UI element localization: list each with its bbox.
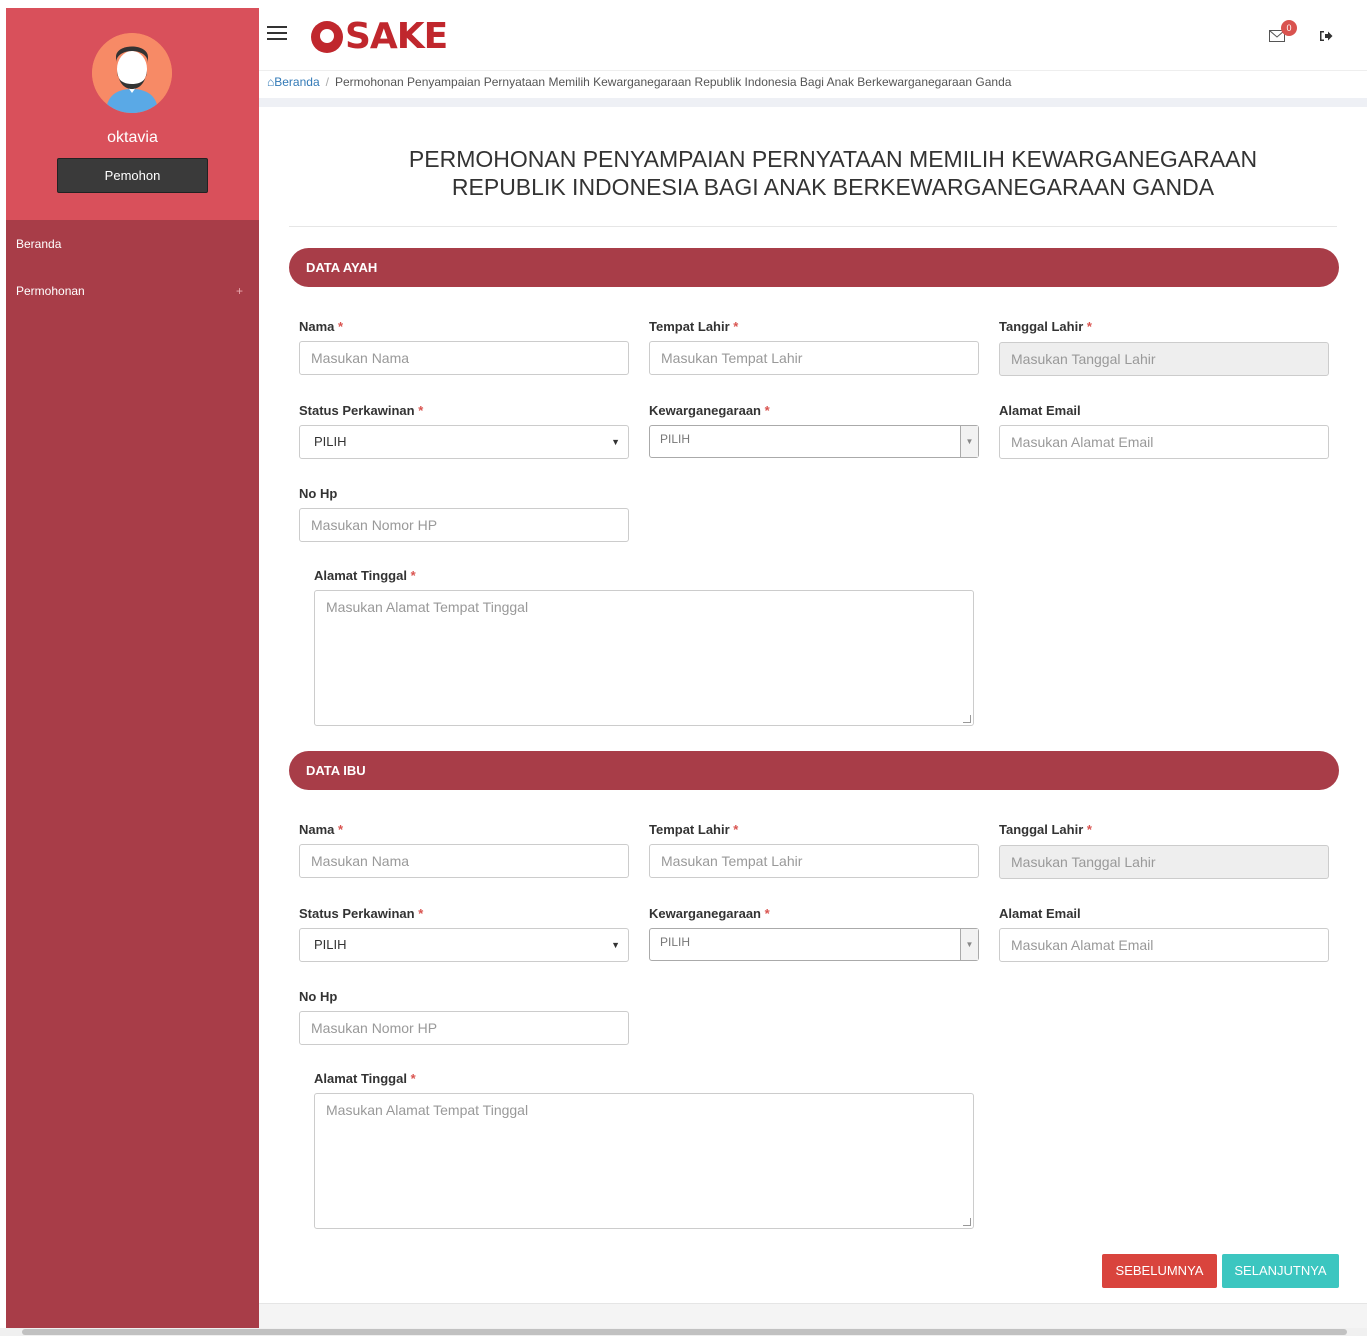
status-perkawinan-select[interactable]: PILIH ▼ <box>299 928 629 962</box>
notification-badge: 0 <box>1281 20 1297 36</box>
user-avatar-icon <box>92 33 172 113</box>
app-logo: SAKE <box>311 16 448 57</box>
label-tanggal-lahir: Tanggal Lahir * <box>999 822 1092 837</box>
label-alamat-email: Alamat Email <box>999 906 1081 921</box>
select-arrow-icon: ▼ <box>960 426 978 457</box>
resize-grip-icon[interactable] <box>963 1218 971 1226</box>
kewarganegaraan-value: PILIH <box>660 935 691 949</box>
content-divider <box>259 98 1367 107</box>
section-header-ibu: DATA IBU <box>289 751 1339 790</box>
label-no-hp: No Hp <box>299 989 338 1004</box>
label-tanggal-lahir: Tanggal Lahir * <box>999 319 1092 334</box>
label-no-hp: No Hp <box>299 486 338 501</box>
label-tempat-lahir: Tempat Lahir * <box>649 319 739 334</box>
role-button[interactable]: Pemohon <box>57 158 208 193</box>
label-nama: Nama * <box>299 822 344 837</box>
alamat-tinggal-placeholder: Masukan Alamat Tempat Tinggal <box>326 599 529 615</box>
breadcrumb-home[interactable]: ⌂Beranda <box>267 75 320 89</box>
previous-button[interactable]: SEBELUMNYA <box>1102 1254 1217 1288</box>
page-title: PERMOHONAN PENYAMPAIAN PERNYATAAN MEMILI… <box>259 145 1367 201</box>
tanggal-lahir-input[interactable]: Masukan Tanggal Lahir <box>999 845 1329 879</box>
breadcrumb-home-label[interactable]: Beranda <box>274 75 319 89</box>
logout-icon[interactable] <box>1319 30 1333 42</box>
garuda-emblem-icon <box>311 21 343 53</box>
page-title-line2: REPUBLIK INDONESIA BAGI ANAK BERKEWARGAN… <box>451 174 1215 200</box>
user-name: oktavia <box>107 129 158 146</box>
dropdown-caret-icon: ▼ <box>611 940 620 950</box>
label-alamat-tinggal: Alamat Tinggal * <box>314 1071 416 1086</box>
sidebar: oktavia Pemohon Beranda Permohonan + <box>6 8 259 1328</box>
status-perkawinan-value: PILIH <box>314 434 347 449</box>
dropdown-caret-icon: ▼ <box>611 437 620 447</box>
no-hp-input[interactable]: Masukan Nomor HP <box>299 1011 629 1045</box>
label-status-perkawinan: Status Perkawinan * <box>299 403 424 418</box>
nama-input[interactable]: Masukan Nama <box>299 341 629 375</box>
user-panel: oktavia Pemohon <box>6 8 259 220</box>
select-arrow-icon: ▼ <box>960 929 978 960</box>
no-hp-input[interactable]: Masukan Nomor HP <box>299 508 629 542</box>
breadcrumb-current: Permohonan Penyampaian Pernyataan Memili… <box>334 75 1012 89</box>
label-alamat-email: Alamat Email <box>999 403 1081 418</box>
label-status-perkawinan: Status Perkawinan * <box>299 906 424 921</box>
kewarganegaraan-select[interactable]: PILIH ▼ <box>649 425 979 458</box>
breadcrumb-separator: / <box>325 75 329 89</box>
tempat-lahir-input[interactable]: Masukan Tempat Lahir <box>649 341 979 375</box>
top-header: SAKE 0 <box>259 8 1367 70</box>
avatar <box>92 33 172 113</box>
alamat-tinggal-textarea[interactable]: Masukan Alamat Tempat Tinggal <box>314 1093 974 1229</box>
scrollbar-thumb[interactable] <box>22 1329 1347 1335</box>
breadcrumb: ⌂Beranda / Permohonan Penyampaian Pernyata… <box>259 70 1367 98</box>
email-input[interactable]: Masukan Alamat Email <box>999 425 1329 459</box>
tempat-lahir-input[interactable]: Masukan Tempat Lahir <box>649 844 979 878</box>
sidebar-item-permohonan[interactable]: Permohonan <box>16 284 85 298</box>
next-button[interactable]: SELANJUTNYA <box>1222 1254 1339 1288</box>
sidebar-item-beranda[interactable]: Beranda <box>16 237 61 251</box>
horizontal-scrollbar[interactable] <box>0 1328 1367 1336</box>
resize-grip-icon[interactable] <box>963 715 971 723</box>
tanggal-lahir-input[interactable]: Masukan Tanggal Lahir <box>999 342 1329 376</box>
expand-plus-icon[interactable]: + <box>236 284 243 298</box>
alamat-tinggal-placeholder: Masukan Alamat Tempat Tinggal <box>326 1102 529 1118</box>
alamat-tinggal-textarea[interactable]: Masukan Alamat Tempat Tinggal <box>314 590 974 726</box>
email-input[interactable]: Masukan Alamat Email <box>999 928 1329 962</box>
title-divider <box>289 226 1337 227</box>
kewarganegaraan-select[interactable]: PILIH ▼ <box>649 928 979 961</box>
app-page: oktavia Pemohon Beranda Permohonan + SAK… <box>0 0 1367 1336</box>
label-nama: Nama * <box>299 319 344 334</box>
status-perkawinan-value: PILIH <box>314 937 347 952</box>
label-kewarganegaraan: Kewarganegaraan * <box>649 403 770 418</box>
label-kewarganegaraan: Kewarganegaraan * <box>649 906 770 921</box>
label-alamat-tinggal: Alamat Tinggal * <box>314 568 416 583</box>
logo-text: SAKE <box>345 16 448 57</box>
status-perkawinan-select[interactable]: PILIH ▼ <box>299 425 629 459</box>
section-header-ayah: DATA AYAH <box>289 248 1339 287</box>
hamburger-menu-icon[interactable] <box>267 26 287 42</box>
nama-input[interactable]: Masukan Nama <box>299 844 629 878</box>
kewarganegaraan-value: PILIH <box>660 432 691 446</box>
footer <box>259 1303 1367 1328</box>
page-title-line1: PERMOHONAN PENYAMPAIAN PERNYATAAN MEMILI… <box>408 146 1258 172</box>
main-content: PERMOHONAN PENYAMPAIAN PERNYATAAN MEMILI… <box>259 107 1367 1303</box>
label-tempat-lahir: Tempat Lahir * <box>649 822 739 837</box>
